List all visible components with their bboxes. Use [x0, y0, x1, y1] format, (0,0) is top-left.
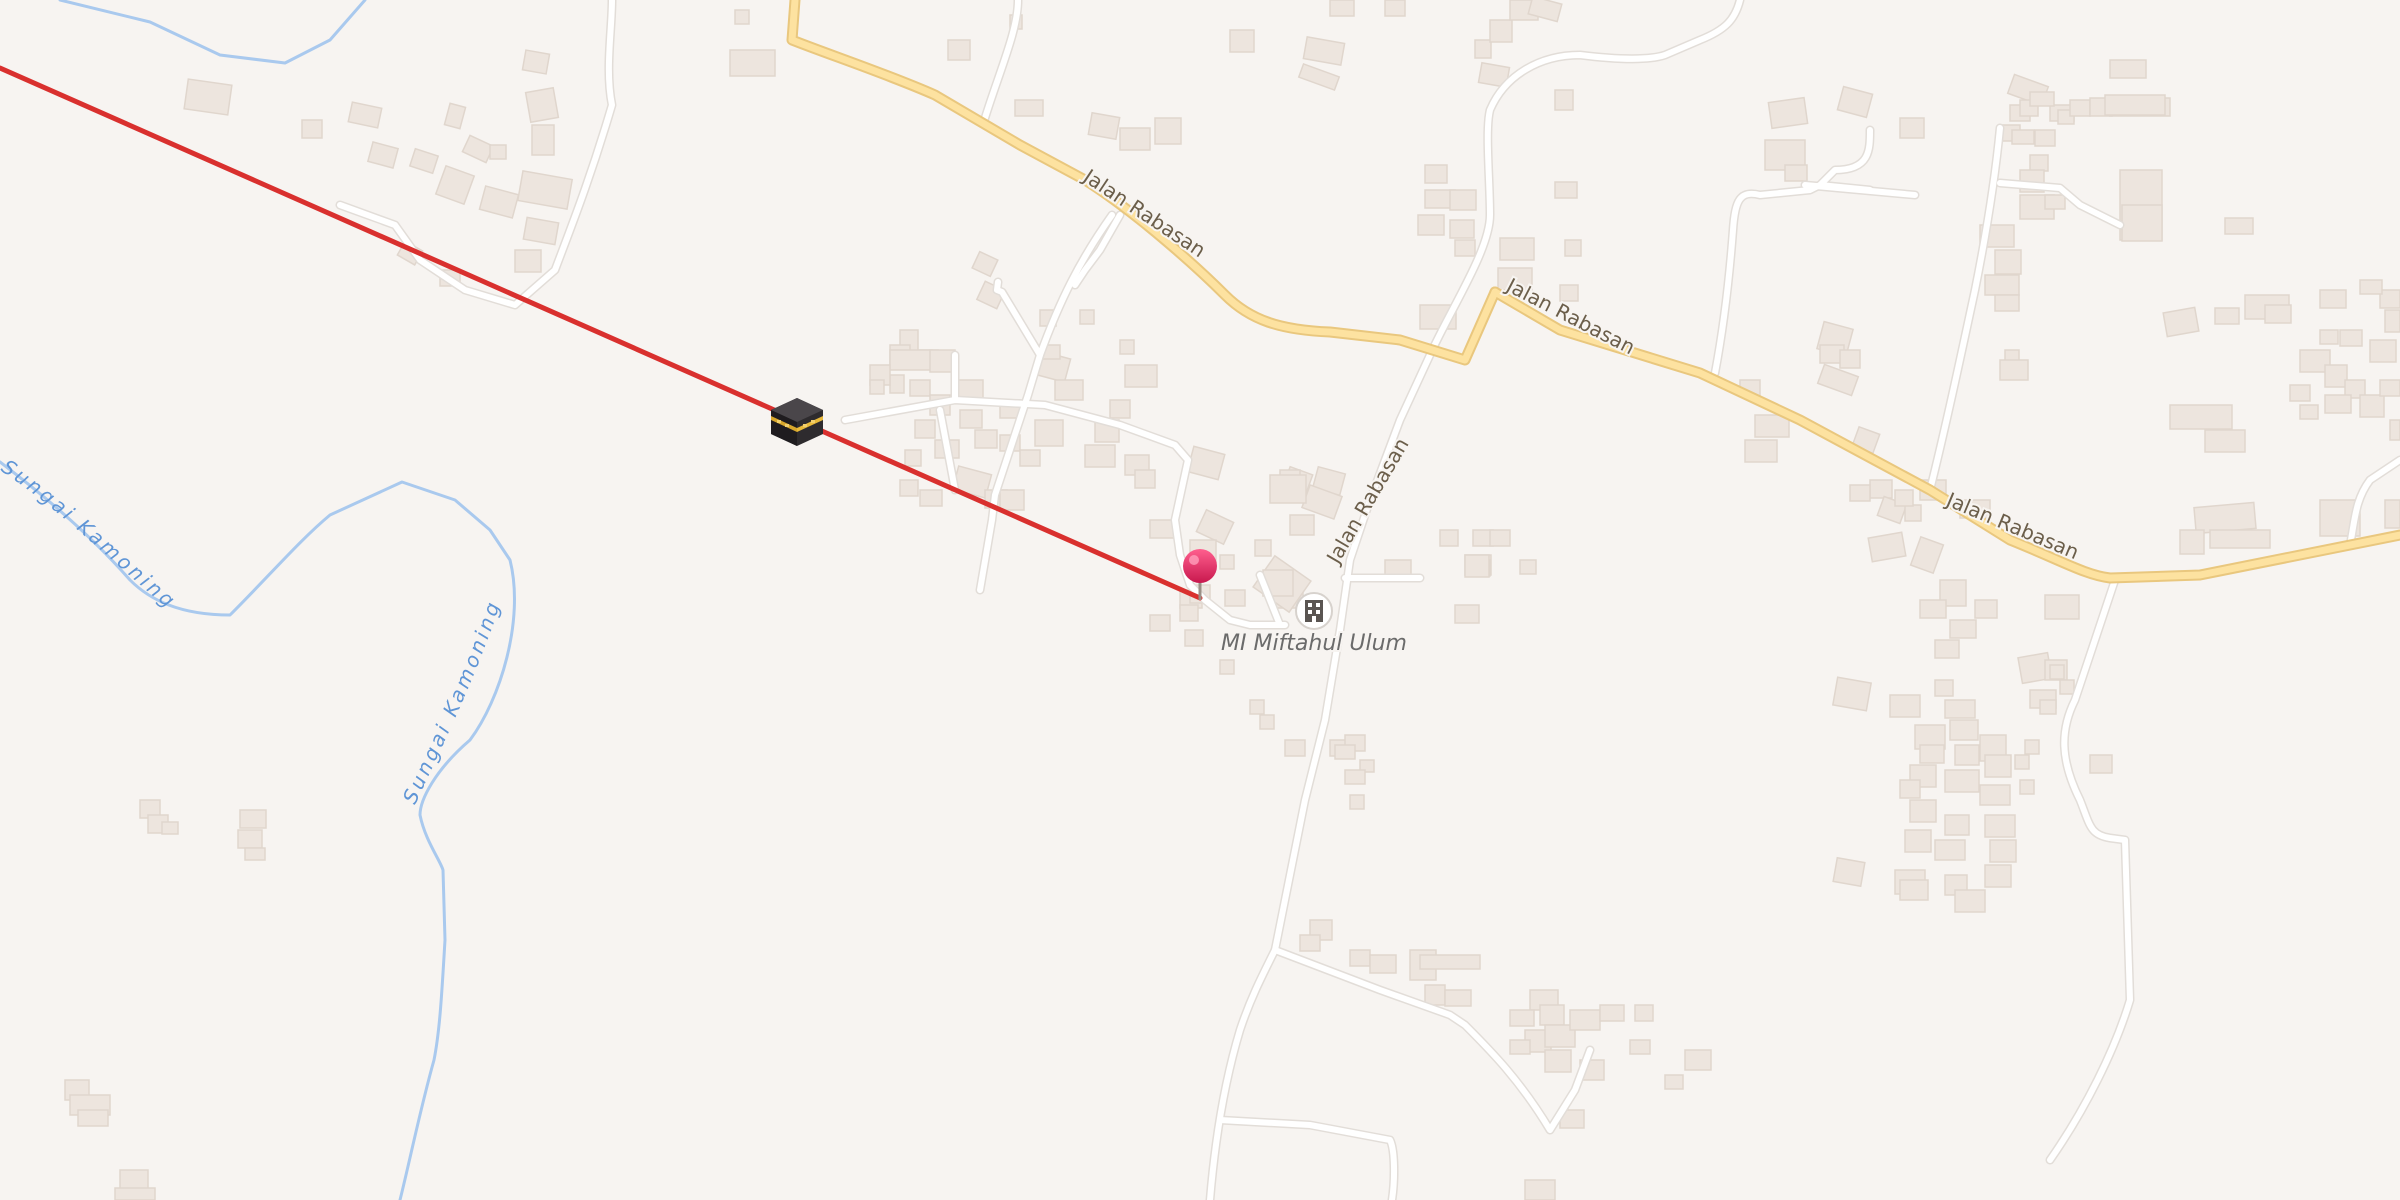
map-canvas[interactable]: Jalan Rabasan Jalan Rabasan Jalan Rabasa… — [0, 0, 2400, 1200]
poi-label-mi-miftahul-ulum: MI Miftahul Ulum — [1221, 631, 1407, 656]
school-icon[interactable] — [1295, 592, 1333, 630]
